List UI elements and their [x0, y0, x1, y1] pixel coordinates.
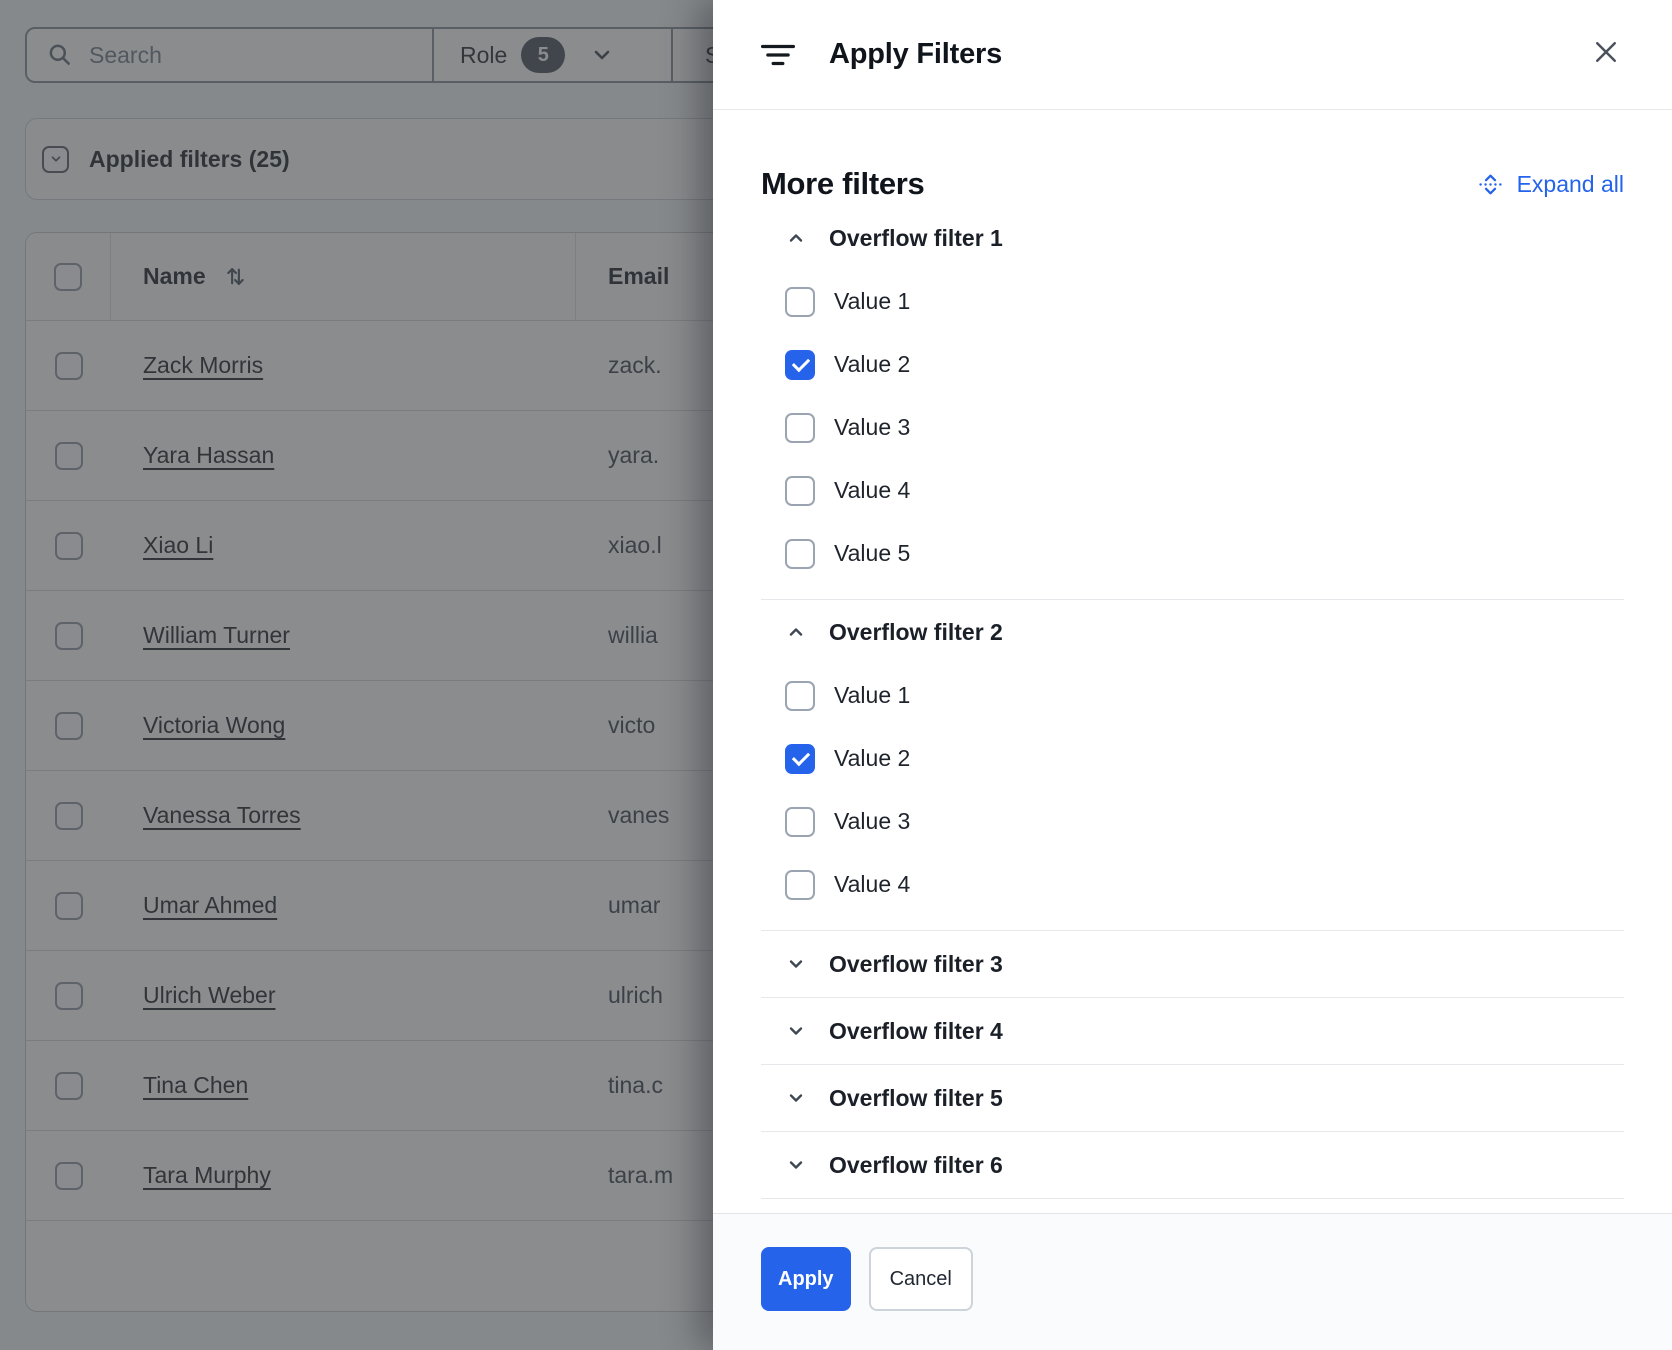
- value-checkbox[interactable]: [785, 744, 815, 774]
- filter-section-header[interactable]: Overflow filter 4: [761, 998, 1624, 1064]
- value-label: Value 2: [834, 351, 910, 378]
- value-checkbox[interactable]: [785, 287, 815, 317]
- filter-value-row: Value 1: [761, 664, 1624, 727]
- filter-section-body: Value 1 Value 2 Value 3 Value 4: [761, 664, 1624, 916]
- drawer-footer: Apply Cancel: [713, 1213, 1672, 1350]
- filter-icon: [761, 41, 795, 69]
- filter-section: Overflow filter 2 Value 1 Value 2 Value …: [761, 600, 1624, 931]
- filter-section-header[interactable]: Overflow filter 3: [761, 931, 1624, 997]
- value-label: Value 2: [834, 745, 910, 772]
- apply-filters-drawer: Apply Filters More filters: [713, 0, 1672, 1350]
- drawer-title: Apply Filters: [829, 38, 1002, 71]
- filter-value-row: Value 1: [761, 270, 1624, 333]
- filter-section-title: Overflow filter 3: [829, 951, 1003, 978]
- more-filters-heading: More filters: [761, 166, 925, 202]
- apply-button[interactable]: Apply: [761, 1247, 851, 1311]
- cancel-button[interactable]: Cancel: [869, 1247, 973, 1311]
- filter-section: Overflow filter 4: [761, 998, 1624, 1065]
- filter-section-title: Overflow filter 4: [829, 1018, 1003, 1045]
- value-label: Value 3: [834, 414, 910, 441]
- value-checkbox[interactable]: [785, 476, 815, 506]
- filter-section-title: Overflow filter 6: [829, 1152, 1003, 1179]
- expand-all-link[interactable]: Expand all: [1477, 171, 1624, 198]
- value-label: Value 1: [834, 288, 910, 315]
- value-label: Value 4: [834, 871, 910, 898]
- filter-section-title: Overflow filter 2: [829, 619, 1003, 646]
- section-chevron-icon: [785, 1020, 807, 1042]
- value-label: Value 1: [834, 682, 910, 709]
- section-chevron-icon: [785, 1154, 807, 1176]
- filter-section-header[interactable]: Overflow filter 2: [761, 600, 1624, 664]
- value-label: Value 4: [834, 477, 910, 504]
- filter-value-row: Value 3: [761, 396, 1624, 459]
- expand-all-icon: [1477, 171, 1504, 198]
- filter-value-row: Value 4: [761, 459, 1624, 522]
- filter-value-row: Value 2: [761, 727, 1624, 790]
- filter-section-header[interactable]: Overflow filter 5: [761, 1065, 1624, 1131]
- filter-value-row: Value 4: [761, 853, 1624, 916]
- value-label: Value 3: [834, 808, 910, 835]
- filter-sections: Overflow filter 1 Value 1 Value 2 Value …: [761, 206, 1624, 1199]
- filter-section-header[interactable]: Overflow filter 1: [761, 206, 1624, 270]
- filter-section-title: Overflow filter 1: [829, 225, 1003, 252]
- close-button[interactable]: [1584, 30, 1628, 74]
- value-checkbox[interactable]: [785, 413, 815, 443]
- filter-section: Overflow filter 6: [761, 1132, 1624, 1199]
- more-filters-row: More filters Expand all: [761, 162, 1624, 206]
- value-checkbox[interactable]: [785, 870, 815, 900]
- value-checkbox[interactable]: [785, 807, 815, 837]
- section-chevron-icon: [785, 953, 807, 975]
- filter-section-title: Overflow filter 5: [829, 1085, 1003, 1112]
- filter-section: Overflow filter 1 Value 1 Value 2 Value …: [761, 206, 1624, 600]
- value-label: Value 5: [834, 540, 910, 567]
- app-root: Search Role 5 S Applied filt: [0, 0, 1672, 1350]
- filter-value-row: Value 5: [761, 522, 1624, 585]
- expand-all-label: Expand all: [1517, 171, 1624, 198]
- value-checkbox[interactable]: [785, 350, 815, 380]
- drawer-content: More filters Expand all: [713, 110, 1672, 1213]
- filter-section-body: Value 1 Value 2 Value 3 Value 4 Value 5: [761, 270, 1624, 585]
- filter-section: Overflow filter 5: [761, 1065, 1624, 1132]
- filter-section: Overflow filter 3: [761, 931, 1624, 998]
- drawer-header: Apply Filters: [713, 0, 1672, 110]
- close-icon: [1591, 37, 1621, 67]
- value-checkbox[interactable]: [785, 681, 815, 711]
- filter-value-row: Value 3: [761, 790, 1624, 853]
- filter-value-row: Value 2: [761, 333, 1624, 396]
- section-chevron-icon: [785, 227, 807, 249]
- value-checkbox[interactable]: [785, 539, 815, 569]
- section-chevron-icon: [785, 621, 807, 643]
- section-chevron-icon: [785, 1087, 807, 1109]
- filter-section-header[interactable]: Overflow filter 6: [761, 1132, 1624, 1198]
